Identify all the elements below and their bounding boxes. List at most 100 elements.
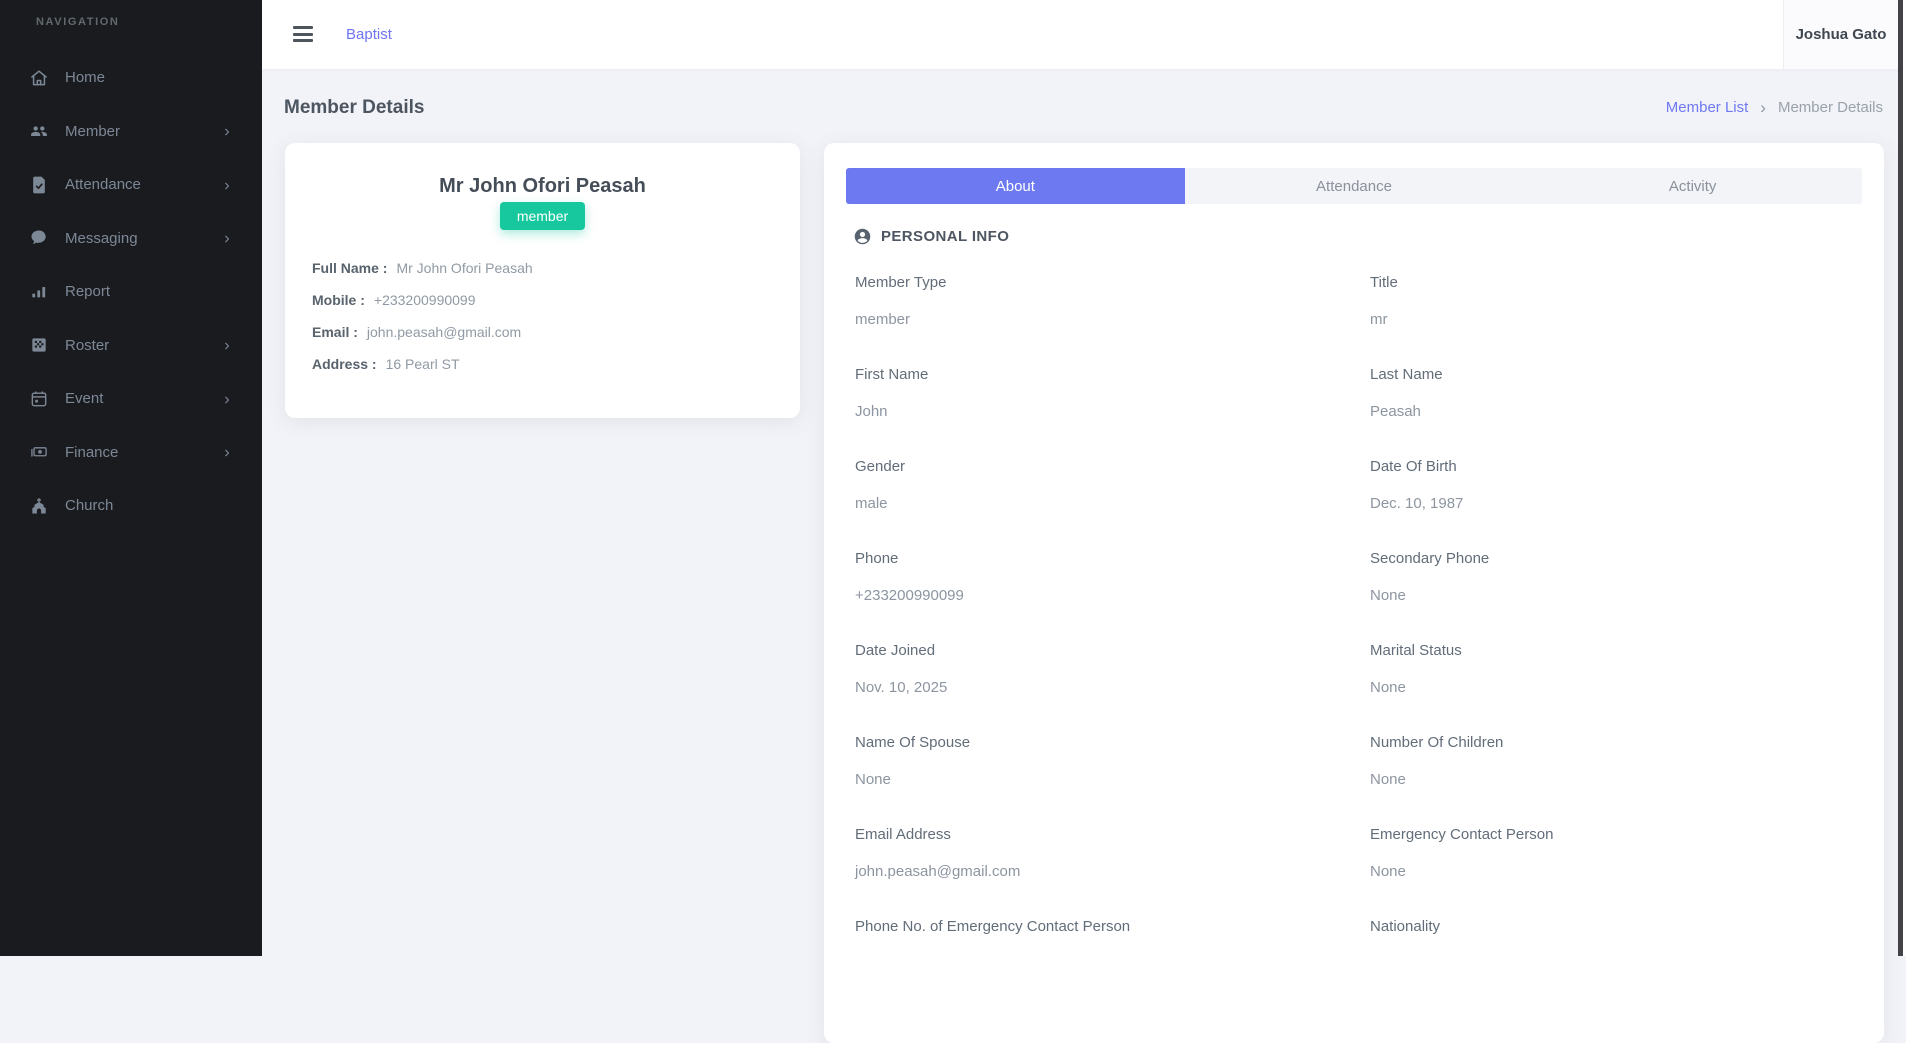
field-label: Member Type — [855, 274, 947, 291]
sidebar-item-label: Member — [65, 122, 121, 140]
tab-about[interactable]: About — [846, 168, 1185, 204]
field-value: male — [855, 495, 888, 512]
chevron-right-icon — [221, 446, 233, 458]
profile-field-address: Address : 16 Pearl ST — [312, 354, 533, 374]
detail-tabs: About Attendance Activity — [846, 168, 1862, 204]
sidebar-item-event[interactable]: Event — [0, 372, 262, 426]
chevron-right-icon — [221, 339, 233, 351]
sidebar-item-finance[interactable]: Finance — [0, 426, 262, 480]
sidebar-item-home[interactable]: Home — [0, 51, 262, 105]
sidebar-item-roster[interactable]: Roster — [0, 319, 262, 373]
user-name: Joshua Gato — [1795, 26, 1887, 43]
sidebar-item-label: Attendance — [65, 176, 141, 194]
sidebar-item-attendance[interactable]: Attendance — [0, 158, 262, 212]
info-field-number-of-children: Number Of Children None — [1370, 733, 1860, 790]
chevron-right-icon — [221, 393, 233, 405]
church-icon — [28, 495, 50, 517]
member-type-badge[interactable]: member — [499, 202, 586, 230]
user-menu[interactable]: Joshua Gato — [1783, 0, 1898, 69]
scrollbar-thumb[interactable] — [1898, 0, 1903, 956]
info-field-nationality: Nationality — [1370, 917, 1860, 974]
field-label: Last Name — [1370, 366, 1443, 383]
field-value: member — [855, 311, 911, 328]
chevron-right-icon — [221, 232, 233, 244]
field-label: Date Joined — [855, 642, 936, 659]
profile-name: Mr John Ofori Peasah — [439, 175, 646, 197]
info-field-first-name: First Name John — [855, 365, 1345, 422]
field-label: Full Name : — [312, 260, 388, 276]
profile-fields: Full Name : Mr John Ofori Peasah Mobile … — [312, 258, 533, 374]
menu-toggle-icon[interactable] — [293, 26, 313, 42]
info-field-member-type: Member Type member — [855, 273, 1345, 330]
sidebar-item-report[interactable]: Report — [0, 265, 262, 319]
chevron-right-icon — [221, 179, 233, 191]
sidebar-menu: Home Member Attendance Messaging Report … — [0, 28, 262, 533]
field-value: Mr John Ofori Peasah — [396, 260, 533, 276]
sidebar-item-member[interactable]: Member — [0, 105, 262, 159]
chevron-right-icon — [221, 125, 233, 137]
field-label: Nationality — [1370, 918, 1441, 935]
sidebar-item-label: Finance — [65, 443, 119, 461]
profile-field-mobile: Mobile : +233200990099 — [312, 290, 533, 310]
field-label: Gender — [855, 458, 906, 475]
sidebar-item-label: Event — [65, 390, 104, 408]
details-card: About Attendance Activity PERSONAL INFO … — [824, 143, 1884, 1043]
info-field-name-of-spouse: Name Of Spouse None — [855, 733, 1345, 790]
sidebar-item-label: Roster — [65, 336, 110, 354]
sidebar-item-label: Report — [65, 283, 111, 301]
info-field-emergency-contact-phone: Phone No. of Emergency Contact Person — [855, 917, 1345, 974]
page-title: Member Details — [284, 97, 425, 118]
breadcrumb: Member List › Member Details — [1666, 99, 1883, 116]
brand-link[interactable]: Baptist — [346, 26, 392, 43]
field-value: None — [1370, 863, 1406, 880]
field-label: Address : — [312, 356, 377, 372]
profile-field-email: Email : john.peasah@gmail.com — [312, 322, 533, 342]
info-field-marital-status: Marital Status None — [1370, 641, 1860, 698]
info-field-date-of-birth: Date Of Birth Dec. 10, 1987 — [1370, 457, 1860, 514]
breadcrumb-current: Member Details — [1777, 99, 1883, 116]
home-icon — [28, 67, 50, 89]
info-field-date-joined: Date Joined Nov. 10, 2025 — [855, 641, 1345, 698]
breadcrumb-separator-icon: › — [1760, 98, 1766, 117]
event-icon — [28, 388, 50, 410]
info-field-gender: Gender male — [855, 457, 1345, 514]
field-label: Phone No. of Emergency Contact Person — [855, 918, 1131, 935]
field-label: First Name — [855, 366, 929, 383]
field-label: Phone — [855, 550, 899, 567]
sidebar: NAVIGATION Home Member Attendance Messag… — [0, 0, 262, 956]
field-value: 16 Pearl ST — [385, 356, 460, 372]
info-field-last-name: Last Name Peasah — [1370, 365, 1860, 422]
profile-field-fullname: Full Name : Mr John Ofori Peasah — [312, 258, 533, 278]
field-label: Number Of Children — [1370, 734, 1504, 751]
members-icon — [28, 120, 50, 142]
tab-attendance[interactable]: Attendance — [1184, 168, 1524, 204]
tab-activity[interactable]: Activity — [1523, 168, 1862, 204]
field-value: +233200990099 — [855, 587, 964, 604]
field-value: None — [1370, 771, 1406, 788]
info-field-secondary-phone: Secondary Phone None — [1370, 549, 1860, 606]
field-value: john.peasah@gmail.com — [855, 863, 1021, 880]
finance-icon — [28, 441, 50, 463]
field-value: None — [1370, 587, 1406, 604]
sidebar-item-label: Home — [65, 69, 106, 87]
field-value: Nov. 10, 2025 — [855, 679, 948, 696]
attendance-icon — [28, 174, 50, 196]
section-title: PERSONAL INFO — [881, 228, 1010, 245]
field-label: Emergency Contact Person — [1370, 826, 1554, 843]
personal-info-header: PERSONAL INFO — [853, 227, 1009, 246]
sidebar-item-label: Church — [65, 497, 114, 515]
field-value: None — [855, 771, 891, 788]
account-circle-icon — [853, 227, 872, 246]
personal-info-grid: Member Type member Title mr First Name J… — [855, 273, 1860, 974]
info-field-email-address: Email Address john.peasah@gmail.com — [855, 825, 1345, 882]
breadcrumb-link[interactable]: Member List — [1666, 99, 1749, 116]
report-icon — [28, 281, 50, 303]
sidebar-item-church[interactable]: Church — [0, 479, 262, 533]
info-field-phone: Phone +233200990099 — [855, 549, 1345, 606]
field-label: Email Address — [855, 826, 951, 843]
field-value: +233200990099 — [373, 292, 476, 308]
field-label: Name Of Spouse — [855, 734, 971, 751]
sidebar-item-messaging[interactable]: Messaging — [0, 212, 262, 266]
field-value — [855, 954, 1345, 974]
field-label: Mobile : — [312, 292, 365, 308]
